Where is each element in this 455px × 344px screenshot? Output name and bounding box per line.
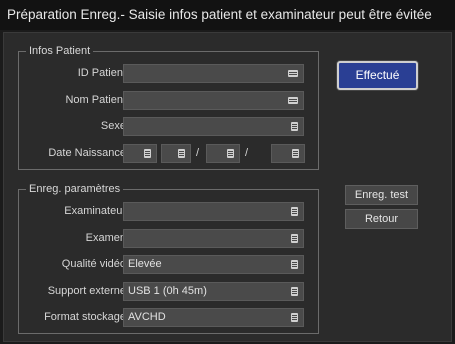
birth-extra-select[interactable] [271,144,305,163]
examiner-row: Examinateur [19,201,318,221]
list-icon [178,149,185,158]
external-media-label: Support externe [47,285,126,297]
storage-format-label: Format stockage [44,311,126,323]
recording-params-legend: Enreg. paramètres [26,182,124,196]
video-quality-value: Elevée [128,258,162,270]
patient-sex-select[interactable] [123,117,304,136]
storage-format-value: AVCHD [128,311,166,323]
date-separator: / [245,147,249,159]
birth-month-select[interactable] [161,144,191,163]
dialog-panel: Infos Patient ID Patient Nom Patient Sex… [3,32,452,342]
examiner-select[interactable] [123,202,304,221]
list-icon [291,260,298,269]
patient-name-field[interactable] [123,91,304,110]
patient-info-group: Infos Patient ID Patient Nom Patient Sex… [18,44,319,170]
exam-select[interactable] [123,229,304,248]
test-recording-button[interactable]: Enreg. test [345,185,418,205]
patient-name-label: Nom Patient [65,94,126,106]
patient-id-label: ID Patient [77,67,126,79]
patient-sex-row: Sexe [19,116,318,136]
back-button[interactable]: Retour [345,209,418,229]
recording-params-group: Enreg. paramètres Examinateur Examen Qua… [18,182,319,334]
birth-date-row: Date Naissance / / [19,143,318,163]
window-title: Préparation Enreg.- Saisie infos patient… [0,0,455,30]
storage-format-select[interactable]: AVCHD [123,308,304,327]
birth-day-select[interactable] [206,144,240,163]
list-icon [227,149,234,158]
date-separator: / [196,147,200,159]
external-media-value: USB 1 (0h 45m) [128,285,207,297]
video-quality-label: Qualité vidéo [61,258,126,270]
list-icon [291,313,298,322]
list-icon [291,234,298,243]
birth-year-select[interactable] [123,144,157,163]
list-icon [291,207,298,216]
done-button[interactable]: Effectué [337,61,418,90]
keyboard-icon [288,97,298,104]
examiner-label: Examinateur [64,205,126,217]
external-media-row: Support externe USB 1 (0h 45m) [19,281,318,301]
patient-info-legend: Infos Patient [26,44,94,58]
video-quality-select[interactable]: Elevée [123,255,304,274]
exam-row: Examen [19,228,318,248]
patient-id-field[interactable] [123,64,304,83]
screen: Préparation Enreg.- Saisie infos patient… [0,0,455,344]
storage-format-row: Format stockage AVCHD [19,307,318,327]
birth-date-label: Date Naissance [48,147,126,159]
list-icon [291,122,298,131]
patient-id-row: ID Patient [19,63,318,83]
patient-name-row: Nom Patient [19,90,318,110]
exam-label: Examen [85,232,126,244]
video-quality-row: Qualité vidéo Elevée [19,254,318,274]
external-media-select[interactable]: USB 1 (0h 45m) [123,282,304,301]
list-icon [144,149,151,158]
list-icon [292,149,299,158]
keyboard-icon [288,70,298,77]
list-icon [291,287,298,296]
